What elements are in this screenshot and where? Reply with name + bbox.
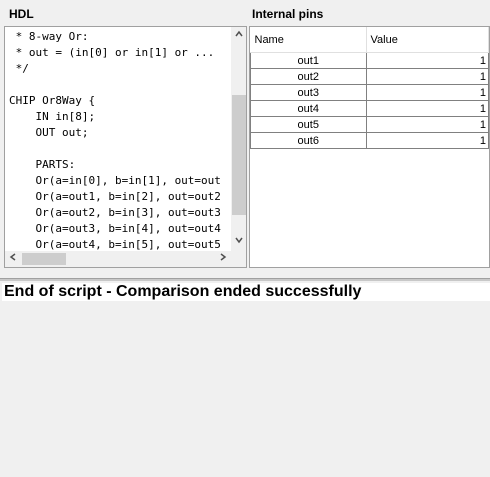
code-line: Or(a=out4, b=in[5], out=out5: [9, 238, 221, 251]
horizontal-scrollbar[interactable]: [5, 251, 231, 267]
code-line: Or(a=out1, b=in[2], out=out2: [9, 190, 221, 203]
pin-name: out2: [250, 68, 367, 85]
table-row[interactable]: out5 1: [250, 116, 490, 133]
pins-table-container[interactable]: Name Value out1 1 out2 1 out3 1 out4 1 out5 1 out6…: [249, 26, 490, 268]
code-line: * 8-way Or:: [9, 30, 89, 43]
status-message: End of script - Comparison ended success…: [2, 283, 490, 301]
code-line: */: [9, 62, 29, 75]
code-line: PARTS:: [9, 158, 76, 171]
split-divider[interactable]: [0, 278, 490, 281]
table-row[interactable]: out4 1: [250, 100, 490, 117]
table-row[interactable]: out3 1: [250, 84, 490, 101]
pin-name: out4: [250, 100, 367, 117]
pin-name: out3: [250, 84, 367, 101]
pin-name: out6: [250, 132, 367, 149]
scroll-down-icon[interactable]: [231, 235, 246, 250]
pin-name: out1: [250, 52, 367, 69]
table-row[interactable]: out1 1: [250, 52, 490, 69]
code-line: IN in[8];: [9, 110, 96, 123]
vertical-scroll-thumb[interactable]: [232, 95, 246, 215]
hdl-editor[interactable]: * 8-way Or: * out = (in[0] or in[1] or .…: [4, 26, 247, 268]
code-line: Or(a=out2, b=in[3], out=out3: [9, 206, 221, 219]
pin-value: 1: [365, 84, 490, 101]
table-row[interactable]: out2 1: [250, 68, 490, 85]
internal-pins-panel: Internal pins Name Value out1 1 out2 1 out3 1…: [249, 0, 490, 268]
scrollbar-corner: [231, 251, 246, 267]
table-row[interactable]: out6 1: [250, 132, 490, 149]
hdl-panel: HDL * 8-way Or: * out = (in[0] or in[1] …: [0, 0, 248, 268]
scroll-left-icon[interactable]: [5, 252, 21, 267]
code-line: * out = (in[0] or in[1] or ...: [9, 46, 215, 59]
column-header-value[interactable]: Value: [366, 27, 490, 53]
pin-value: 1: [365, 116, 490, 133]
code-line: OUT out;: [9, 126, 89, 139]
code-line: Or(a=out3, b=in[4], out=out4: [9, 222, 221, 235]
internal-pins-title: Internal pins: [252, 7, 324, 21]
scroll-up-icon[interactable]: [231, 29, 246, 44]
scroll-right-icon[interactable]: [215, 252, 231, 267]
vertical-scrollbar[interactable]: [231, 27, 246, 251]
horizontal-scroll-thumb[interactable]: [22, 253, 66, 265]
pin-value: 1: [365, 132, 490, 149]
pin-value: 1: [365, 52, 490, 69]
pin-name: out5: [250, 116, 367, 133]
hdl-code[interactable]: * 8-way Or: * out = (in[0] or in[1] or .…: [5, 27, 231, 251]
pin-value: 1: [365, 68, 490, 85]
column-header-name[interactable]: Name: [250, 27, 367, 53]
code-line: CHIP Or8Way {: [9, 94, 96, 107]
code-line: Or(a=in[0], b=in[1], out=out: [9, 174, 221, 187]
pins-table: Name Value out1 1 out2 1 out3 1 out4 1 out5 1 out6…: [250, 27, 490, 149]
hdl-title: HDL: [9, 7, 34, 21]
pin-value: 1: [365, 100, 490, 117]
